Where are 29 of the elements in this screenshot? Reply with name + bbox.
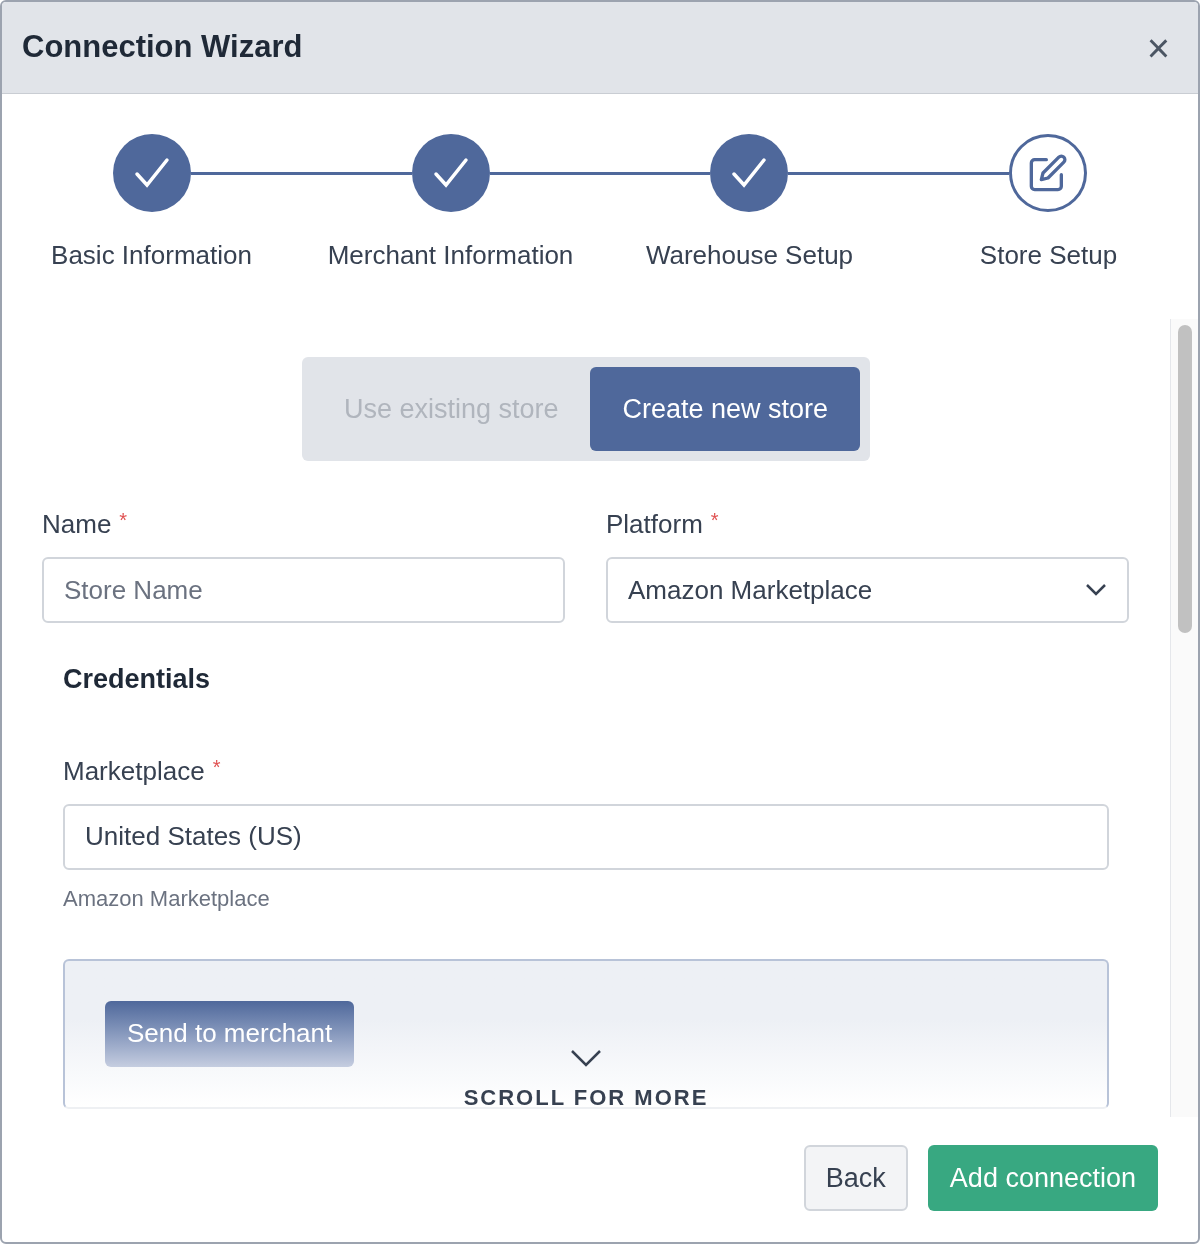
section-heading: Credentials [63, 663, 212, 696]
back-button[interactable]: Back [803, 1145, 908, 1211]
checkmark-icon [731, 157, 768, 189]
scrollbar[interactable] [1170, 319, 1198, 1117]
chevron-down-icon [1085, 583, 1107, 597]
field-label: Name [42, 508, 112, 541]
platform-dropdown[interactable]: Amazon Marketplace [606, 557, 1129, 623]
helper-text: Amazon Marketplace [63, 884, 271, 913]
dialog-title: Connection Wizard [22, 28, 303, 67]
scroll-hint: SCROLL FOR MORE [463, 1083, 709, 1112]
field-label: Marketplace [63, 754, 205, 788]
field-value: United States (US) [85, 820, 302, 853]
step-label: Basic Information [51, 240, 252, 270]
store-mode-tab[interactable]: Create new store [590, 367, 861, 451]
close-button[interactable]: × [1146, 27, 1170, 68]
marketplace-field[interactable]: United States (US) [63, 803, 1109, 870]
step-label: Store Setup [979, 240, 1118, 270]
step-label: Warehouse Setup [645, 240, 854, 270]
checkmark-icon [134, 157, 170, 189]
checkmark-icon [432, 157, 469, 189]
required-mark: * [119, 508, 128, 533]
required-mark: * [212, 754, 221, 780]
store-name-field[interactable]: Store Name [42, 557, 565, 623]
field-label: Platform [606, 508, 703, 541]
chevron-down-icon [570, 1048, 602, 1067]
dropdown-value: Amazon Marketplace [628, 573, 873, 607]
required-mark: * [710, 508, 719, 533]
edit-icon [1028, 153, 1068, 193]
step-label: Merchant Information [327, 240, 574, 270]
